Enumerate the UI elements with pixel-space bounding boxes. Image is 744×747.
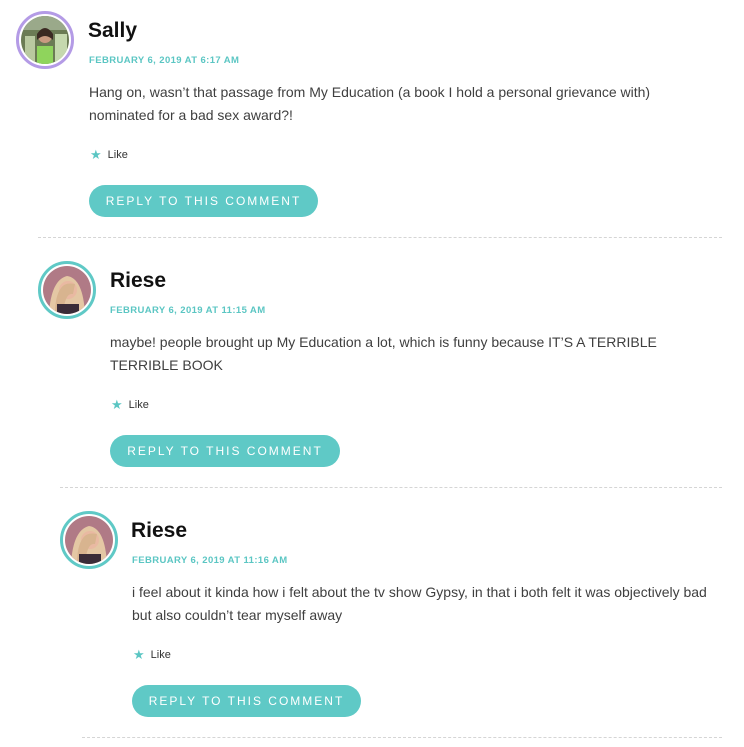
- star-icon: ★: [90, 147, 102, 162]
- riese-avatar-icon: [43, 266, 91, 314]
- comment-author[interactable]: Riese: [110, 269, 166, 293]
- like-label: Like: [128, 398, 149, 411]
- like-label: Like: [150, 648, 171, 661]
- avatar[interactable]: [60, 511, 118, 569]
- reply-button[interactable]: REPLY TO THIS COMMENT: [89, 185, 318, 217]
- avatar[interactable]: [16, 11, 74, 69]
- reply-button[interactable]: REPLY TO THIS COMMENT: [132, 685, 361, 717]
- comment: Riese FEBRUARY 6, 2019 AT 11:16 AM i fee…: [60, 511, 722, 737]
- avatar[interactable]: [38, 261, 96, 319]
- star-icon: ★: [133, 647, 145, 662]
- comment-text: maybe! people brought up My Education a …: [110, 334, 657, 373]
- like-button[interactable]: ★ Like: [111, 398, 149, 411]
- sally-avatar-icon: [21, 16, 69, 64]
- comment-divider: [82, 737, 722, 738]
- like-label: Like: [107, 148, 128, 161]
- comment-text: i feel about it kinda how i felt about t…: [132, 584, 707, 623]
- comment-author[interactable]: Sally: [88, 19, 137, 43]
- comment-date[interactable]: FEBRUARY 6, 2019 AT 11:16 AM: [132, 555, 288, 566]
- comment-author[interactable]: Riese: [131, 519, 187, 543]
- comment: Riese FEBRUARY 6, 2019 AT 11:15 AM maybe…: [38, 261, 722, 487]
- comment-date[interactable]: FEBRUARY 6, 2019 AT 11:15 AM: [110, 305, 266, 316]
- comment-divider: [60, 487, 722, 488]
- reply-button[interactable]: REPLY TO THIS COMMENT: [110, 435, 340, 467]
- comment-date[interactable]: FEBRUARY 6, 2019 AT 6:17 AM: [89, 55, 239, 66]
- riese-avatar-icon: [65, 516, 113, 564]
- comment-divider: [38, 237, 722, 238]
- like-button[interactable]: ★ Like: [90, 148, 128, 161]
- star-icon: ★: [111, 397, 123, 412]
- comment-text: Hang on, wasn’t that passage from My Edu…: [89, 84, 651, 123]
- like-button[interactable]: ★ Like: [133, 648, 171, 661]
- comment: Sally FEBRUARY 6, 2019 AT 6:17 AM Hang o…: [16, 11, 722, 237]
